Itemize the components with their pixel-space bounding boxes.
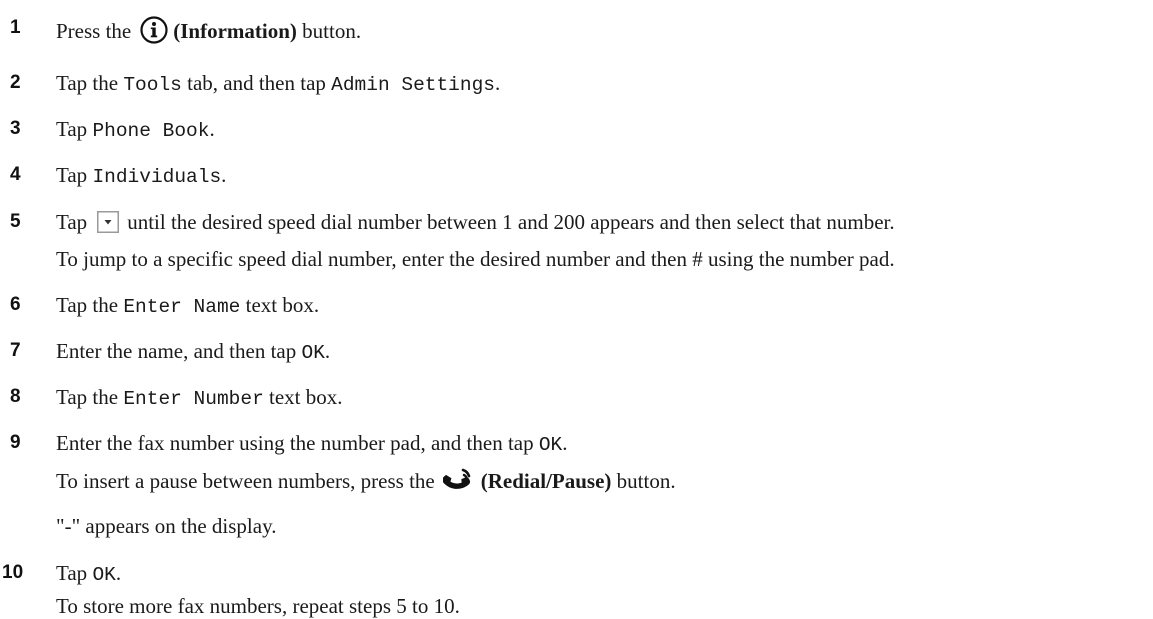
step-number: 2	[10, 72, 21, 93]
step-text-part: .	[494, 71, 501, 95]
step-text-part: Tap	[56, 163, 93, 187]
step-text-part: Tap	[56, 561, 93, 585]
step-number: 6	[10, 294, 21, 315]
ui-term: OK	[538, 434, 563, 456]
step-note: To jump to a specific speed dial number,…	[56, 247, 895, 271]
step-text-part: .	[221, 163, 227, 187]
step-text-part: .	[562, 431, 568, 455]
step-text-part: .	[115, 561, 122, 585]
ui-term: Admin Settings	[331, 74, 495, 96]
step-text-part: text box.	[263, 385, 343, 409]
step-text-part: Tap	[56, 117, 93, 141]
step-number: 7	[10, 340, 21, 361]
step-text-part: Tap the	[56, 71, 124, 95]
step-text: Tap OK.	[56, 560, 121, 588]
bold-label: (Information)	[173, 19, 297, 43]
bold-label: (Redial/Pause)	[480, 469, 612, 493]
step-text-part: button.	[616, 469, 676, 493]
step-text-part: .	[209, 117, 215, 141]
ui-term: Enter Number	[123, 388, 264, 410]
step-number: 3	[10, 118, 21, 139]
step-number: 10	[2, 562, 24, 583]
step-text-part: .	[324, 339, 331, 363]
ui-term: Individuals	[92, 166, 222, 188]
step-note: To store more fax numbers, repeat steps …	[56, 594, 460, 618]
step-text-part: Tap the	[56, 293, 124, 317]
step-note: To insert a pause between numbers, press…	[56, 467, 676, 501]
step-text-part: until the desired speed dial number betw…	[127, 210, 895, 234]
step-note: "-" appears on the display.	[56, 514, 277, 538]
ui-term: Enter Name	[123, 296, 241, 318]
step-text-part: Tap the	[56, 385, 124, 409]
step-text-part: button.	[302, 19, 362, 43]
info-icon	[139, 15, 169, 51]
redial-pause-icon	[442, 467, 475, 501]
step-text: Tap the Tools tab, and then tap Admin Se…	[56, 70, 500, 98]
step-text-part: Enter the name, and then tap	[56, 339, 302, 363]
dropdown-arrow-icon	[97, 211, 120, 239]
step-text-part: Press the	[56, 19, 132, 43]
step-text: Tap the Enter Number text box.	[56, 384, 343, 412]
step-text: Tap Phone Book.	[56, 116, 215, 144]
step-text: Tap until the desired speed dial number b…	[56, 209, 895, 239]
step-text: Press the (Information) button.	[56, 15, 361, 51]
step-text-part: Enter the fax number using the number pa…	[56, 431, 539, 455]
step-number: 1	[10, 17, 21, 38]
step-text: Tap Individuals.	[56, 162, 226, 190]
ui-term: OK	[92, 564, 116, 586]
step-number: 8	[10, 386, 21, 407]
ui-term: Tools	[123, 74, 182, 96]
ui-term: Phone Book	[92, 120, 210, 142]
step-number: 4	[10, 164, 21, 185]
step-text: Enter the fax number using the number pa…	[56, 430, 568, 458]
step-text-part: To insert a pause between numbers, press…	[56, 469, 435, 493]
ui-term: OK	[301, 342, 325, 364]
step-text-part: tab, and then tap	[181, 71, 332, 95]
step-text: Tap the Enter Name text box.	[56, 292, 319, 320]
step-text-part: text box.	[240, 293, 320, 317]
step-number: 5	[10, 211, 21, 232]
step-text-part: Tap	[56, 210, 88, 234]
step-text: Enter the name, and then tap OK.	[56, 338, 330, 366]
step-number: 9	[10, 432, 21, 453]
